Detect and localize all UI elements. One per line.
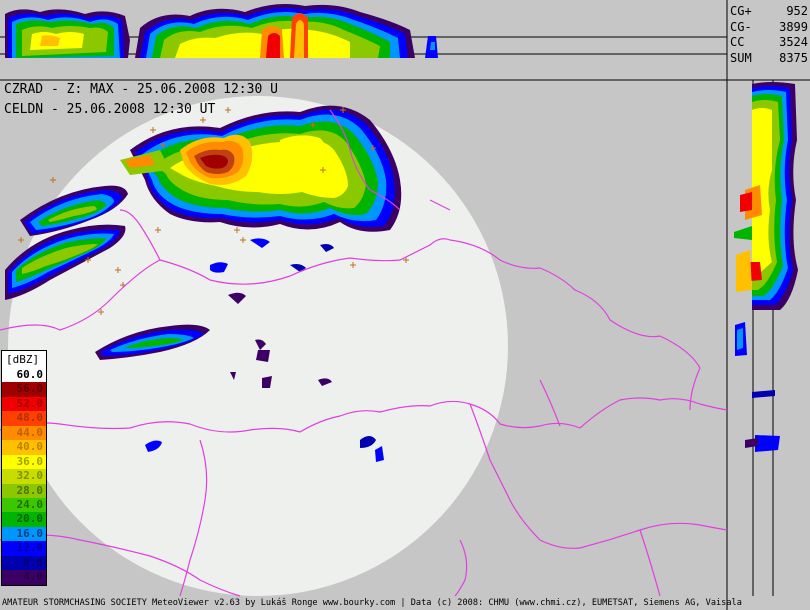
lightning-source-label: CELDN - 25.06.2008 12:30 UT [4, 102, 216, 117]
legend-title: [dBZ] [2, 351, 46, 368]
legend-step: 28.0 [2, 483, 46, 498]
legend-step: 20.0 [2, 512, 46, 527]
legend-step: 12.0 [2, 541, 46, 556]
legend-step: 36.0 [2, 454, 46, 470]
radar-map-area [0, 96, 728, 597]
legend-step: 8.0 [2, 555, 46, 571]
legend-step: 40.0 [2, 440, 46, 455]
stat-row-cg-minus: CG- 3899 [730, 19, 808, 34]
legend-steps: 60.0 56.0 52.0 48.0 44.0 40.0 36.0 32.0 28.0 24.0… [2, 368, 46, 585]
legend-step: 52.0 [2, 396, 46, 412]
legend-step: 48.0 [2, 411, 46, 426]
lightning-stats-panel: CG+ 952 CG- 3899 CC 3524 SUM 8375 [730, 4, 808, 66]
legend-step: 56.0 [2, 382, 46, 397]
dbz-legend: [dBZ] 60.0 56.0 52.0 48.0 44.0 40.0 36.0 32.0 28… [1, 350, 47, 586]
legend-step: 32.0 [2, 469, 46, 484]
legend-step: 16.0 [2, 526, 46, 542]
stat-row-cg-plus: CG+ 952 [730, 4, 808, 18]
legend-step: 24.0 [2, 497, 46, 513]
top-cross-section [0, 0, 810, 81]
legend-step: 4.0 [2, 570, 46, 585]
legend-step: 44.0 [2, 425, 46, 441]
right-cross-section [734, 80, 798, 596]
stat-row-sum: SUM 8375 [730, 50, 808, 65]
legend-step: 60.0 [2, 368, 46, 383]
footer-credits: AMATEUR STORMCHASING SOCIETY MeteoViewer… [2, 598, 742, 608]
radar-product-label: CZRAD - Z: MAX - 25.06.2008 12:30 U [4, 82, 278, 97]
stat-row-cc: CC 3524 [730, 35, 808, 49]
meteoviewer-window: CZRAD - Z: MAX - 25.06.2008 12:30 U CELD… [0, 0, 810, 610]
